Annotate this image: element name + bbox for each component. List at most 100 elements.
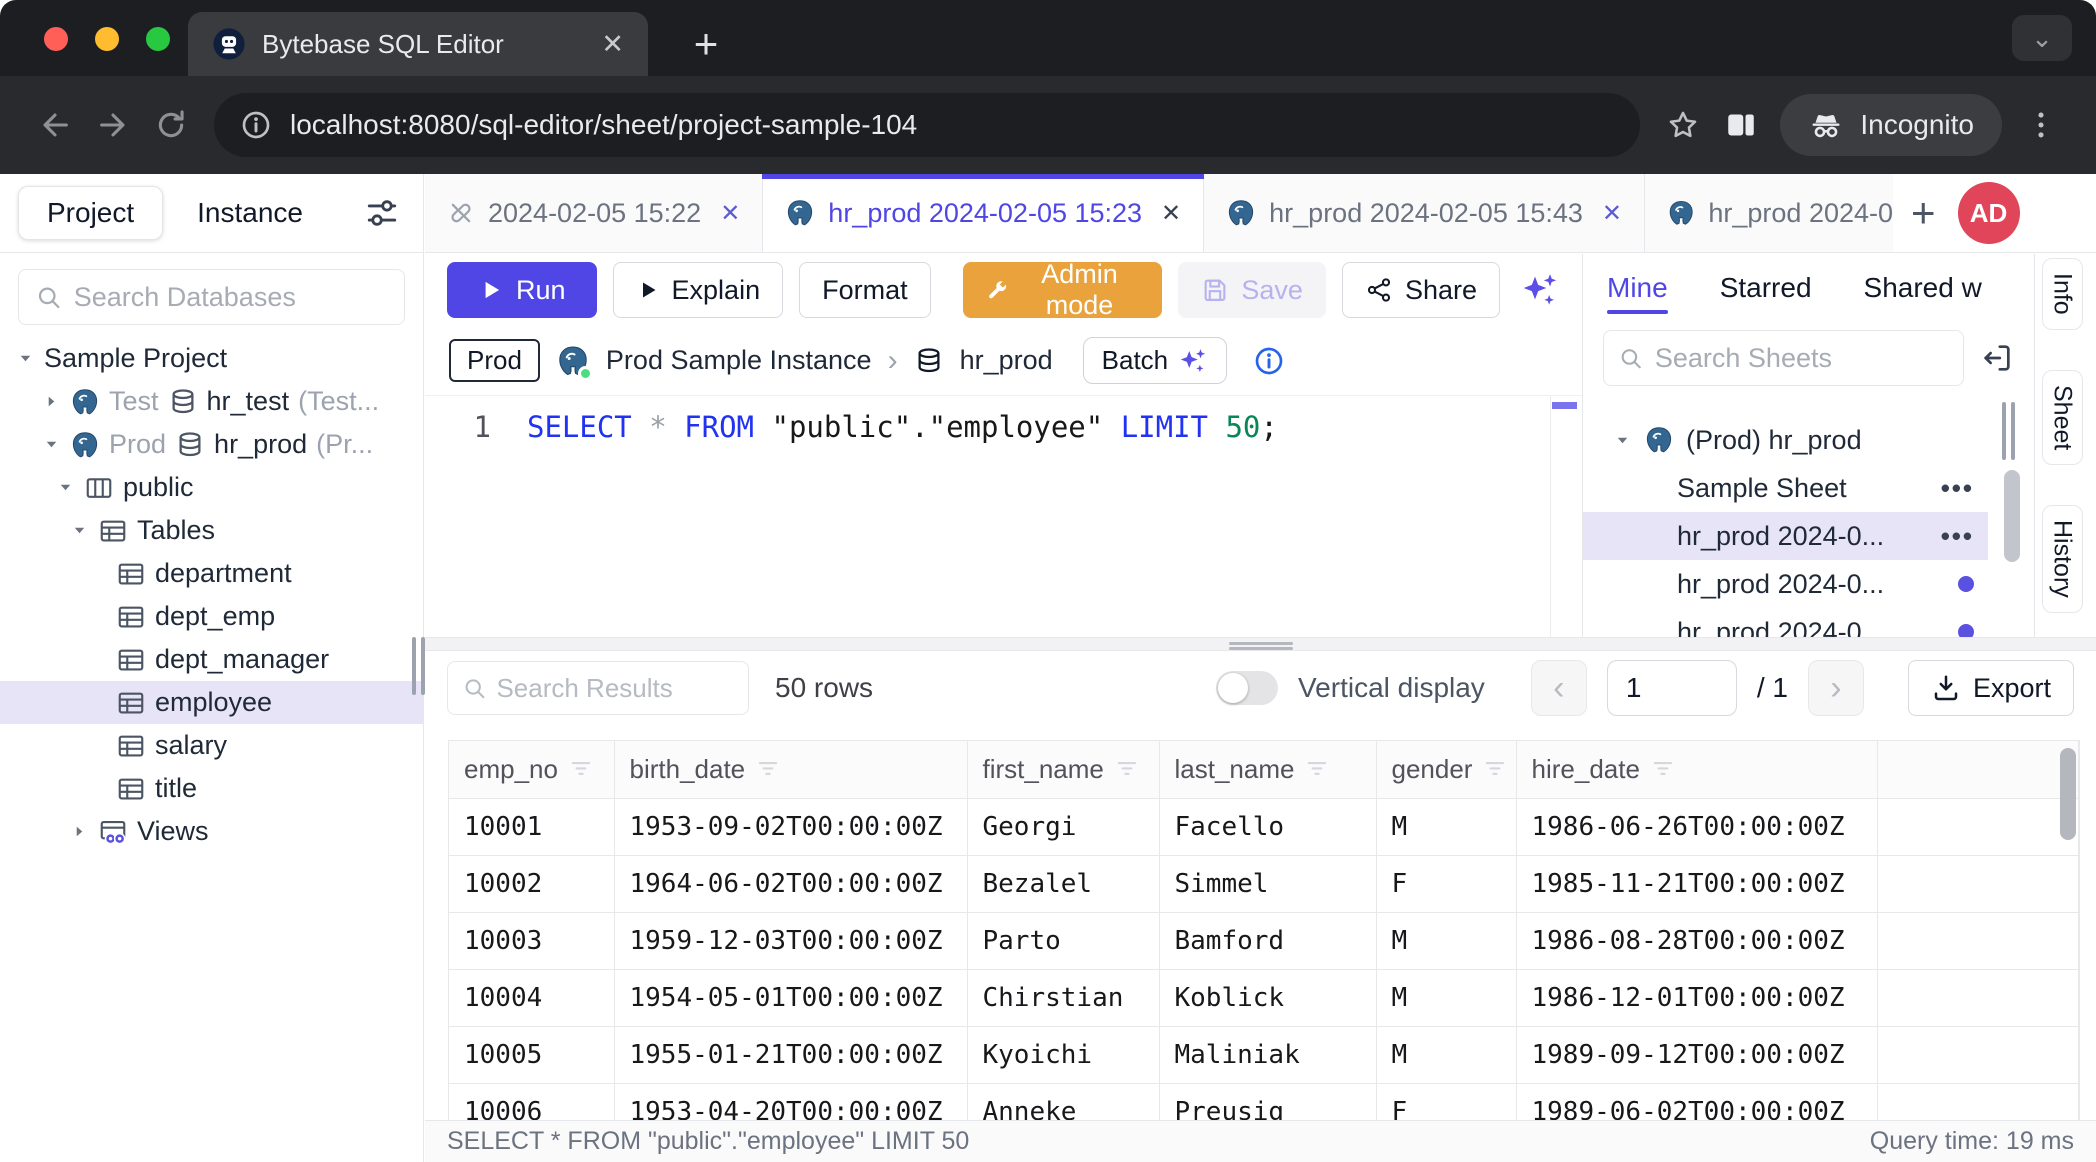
- tree-item-dept-manager[interactable]: dept_manager: [0, 638, 423, 681]
- sheet-item-selected[interactable]: hr_prod 2024-0... •••: [1583, 512, 1988, 560]
- sheets-scrollbar[interactable]: [2004, 470, 2020, 562]
- back-icon[interactable]: [26, 96, 84, 154]
- column-header-gender[interactable]: gender: [1376, 741, 1516, 798]
- sort-icon[interactable]: [1304, 756, 1330, 782]
- bookmark-star-icon[interactable]: [1654, 96, 1712, 154]
- results-scrollbar[interactable]: [2060, 748, 2076, 840]
- results-search-box[interactable]: [447, 661, 749, 715]
- tab-shared[interactable]: Shared w: [1864, 254, 1982, 322]
- tab-project[interactable]: Project: [18, 186, 163, 240]
- save-button[interactable]: Save: [1178, 262, 1326, 318]
- sheets-search-input[interactable]: [1655, 343, 1949, 374]
- run-button[interactable]: Run: [447, 262, 597, 318]
- tree-item-tables[interactable]: Tables: [0, 509, 423, 552]
- page-number-input[interactable]: [1607, 660, 1737, 716]
- column-header-hire_date[interactable]: hire_date: [1516, 741, 1877, 798]
- sql-code-editor[interactable]: 1 SELECT * FROM "public"."employee" LIMI…: [425, 396, 1582, 637]
- caret-down-icon[interactable]: [16, 349, 35, 368]
- tab-starred[interactable]: Starred: [1720, 254, 1812, 322]
- sort-icon[interactable]: [755, 756, 781, 782]
- explain-button[interactable]: Explain: [613, 262, 784, 318]
- side-panel-icon[interactable]: [1712, 96, 1770, 154]
- tree-item-department[interactable]: department: [0, 552, 423, 595]
- close-sheet-icon[interactable]: ✕: [1602, 199, 1622, 228]
- filter-settings-icon[interactable]: [365, 196, 405, 230]
- caret-down-icon[interactable]: [70, 521, 89, 540]
- forward-icon[interactable]: [84, 96, 142, 154]
- caret-down-icon[interactable]: [1613, 431, 1632, 450]
- minimize-window-button[interactable]: [95, 27, 119, 51]
- sheet-group-hr-prod[interactable]: (Prod) hr_prod: [1583, 416, 1988, 464]
- table-row[interactable]: 100011953-09-02T00:00:00ZGeorgiFacelloM1…: [449, 798, 2079, 855]
- editor-overview-ruler[interactable]: [1550, 396, 1578, 637]
- share-button[interactable]: Share: [1342, 262, 1500, 318]
- collapse-panel-icon[interactable]: [1980, 341, 2014, 375]
- tree-item-hr-prod[interactable]: Prod hr_prod (Pr...: [0, 423, 423, 466]
- tab-instance[interactable]: Instance: [197, 197, 303, 229]
- caret-down-icon[interactable]: [56, 478, 75, 497]
- sort-icon[interactable]: [1482, 756, 1508, 782]
- results-search-input[interactable]: [496, 673, 734, 704]
- table-row[interactable]: 100051955-01-21T00:00:00ZKyoichiMaliniak…: [449, 1026, 2079, 1083]
- sheet-item-unsaved-1[interactable]: hr_prod 2024-0...: [1583, 560, 1988, 608]
- side-tab-sheet[interactable]: Sheet: [2042, 370, 2083, 465]
- browser-tab[interactable]: Bytebase SQL Editor ✕: [188, 12, 648, 76]
- tab-mine[interactable]: Mine: [1607, 254, 1668, 322]
- tree-item-hr-test[interactable]: Test hr_test (Test...: [0, 380, 423, 423]
- sheet-tab-4[interactable]: hr_prod 2024-0: [1645, 174, 1893, 252]
- table-row[interactable]: 100041954-05-01T00:00:00ZChirstianKoblic…: [449, 969, 2079, 1026]
- user-avatar[interactable]: AD: [1958, 182, 2020, 244]
- sort-icon[interactable]: [568, 756, 594, 782]
- sheet-group-clipped[interactable]: (Test) hr_test: [1583, 402, 1988, 416]
- column-header-last_name[interactable]: last_name: [1159, 741, 1376, 798]
- new-sheet-button[interactable]: +: [1893, 189, 1954, 237]
- sheets-search-box[interactable]: [1603, 330, 1964, 386]
- column-header-first_name[interactable]: first_name: [967, 741, 1159, 798]
- instance-name[interactable]: Prod Sample Instance: [606, 345, 872, 376]
- address-bar[interactable]: localhost:8080/sql-editor/sheet/project-…: [214, 93, 1640, 157]
- tree-item-employee[interactable]: employee: [0, 681, 423, 724]
- tree-item-public-schema[interactable]: public: [0, 466, 423, 509]
- column-header-birth_date[interactable]: birth_date: [614, 741, 967, 798]
- new-tab-button[interactable]: +: [676, 14, 736, 74]
- database-search-box[interactable]: [18, 269, 405, 325]
- tree-item-views[interactable]: Views: [0, 810, 423, 853]
- url-text[interactable]: localhost:8080/sql-editor/sheet/project-…: [290, 109, 917, 141]
- sheet-tab-1[interactable]: 2024-02-05 15:22 ✕: [425, 174, 763, 252]
- sheet-item-unsaved-2[interactable]: hr_prod 2024-0...: [1583, 608, 1988, 637]
- column-header-emp_no[interactable]: emp_no: [449, 741, 614, 798]
- next-page-button[interactable]: ›: [1808, 660, 1864, 716]
- table-row[interactable]: 100031959-12-03T00:00:00ZPartoBamfordM19…: [449, 912, 2079, 969]
- ai-sparkles-icon[interactable]: [1520, 270, 1560, 310]
- results-divider[interactable]: [425, 637, 2096, 651]
- sheet-menu-icon[interactable]: •••: [1941, 473, 1974, 504]
- reload-icon[interactable]: [142, 96, 200, 154]
- site-info-icon[interactable]: [240, 109, 272, 141]
- database-search-input[interactable]: [74, 282, 388, 313]
- batch-button[interactable]: Batch: [1083, 337, 1228, 384]
- table-row[interactable]: 100021964-06-02T00:00:00ZBezalelSimmelF1…: [449, 855, 2079, 912]
- tree-item-sample-project[interactable]: Sample Project: [0, 337, 423, 380]
- sheet-item-sample[interactable]: Sample Sheet •••: [1583, 464, 1988, 512]
- close-tab-icon[interactable]: ✕: [601, 29, 624, 60]
- sidebar-resize-handle[interactable]: [412, 637, 425, 695]
- prev-page-button[interactable]: ‹: [1531, 660, 1587, 716]
- format-button[interactable]: Format: [799, 262, 931, 318]
- close-window-button[interactable]: [44, 27, 68, 51]
- database-name[interactable]: hr_prod: [960, 345, 1053, 376]
- caret-right-icon[interactable]: [42, 392, 61, 411]
- table-row[interactable]: 100061953-04-20T00:00:00ZAnnekePreusigF1…: [449, 1083, 2079, 1120]
- caret-right-icon[interactable]: [70, 822, 89, 841]
- admin-mode-button[interactable]: Admin mode: [963, 262, 1163, 318]
- caret-down-icon[interactable]: [42, 435, 61, 454]
- close-sheet-icon[interactable]: ✕: [720, 199, 740, 228]
- tree-item-salary[interactable]: salary: [0, 724, 423, 767]
- maximize-window-button[interactable]: [146, 27, 170, 51]
- sort-icon[interactable]: [1650, 756, 1676, 782]
- sheet-tab-3[interactable]: hr_prod 2024-02-05 15:43 ✕: [1204, 174, 1645, 252]
- sql-line[interactable]: SELECT * FROM "public"."employee" LIMIT …: [527, 410, 1278, 444]
- tree-item-dept-emp[interactable]: dept_emp: [0, 595, 423, 638]
- side-tab-info[interactable]: Info: [2042, 258, 2083, 330]
- side-tab-history[interactable]: History: [2042, 505, 2083, 613]
- browser-menu-icon[interactable]: [2012, 96, 2070, 154]
